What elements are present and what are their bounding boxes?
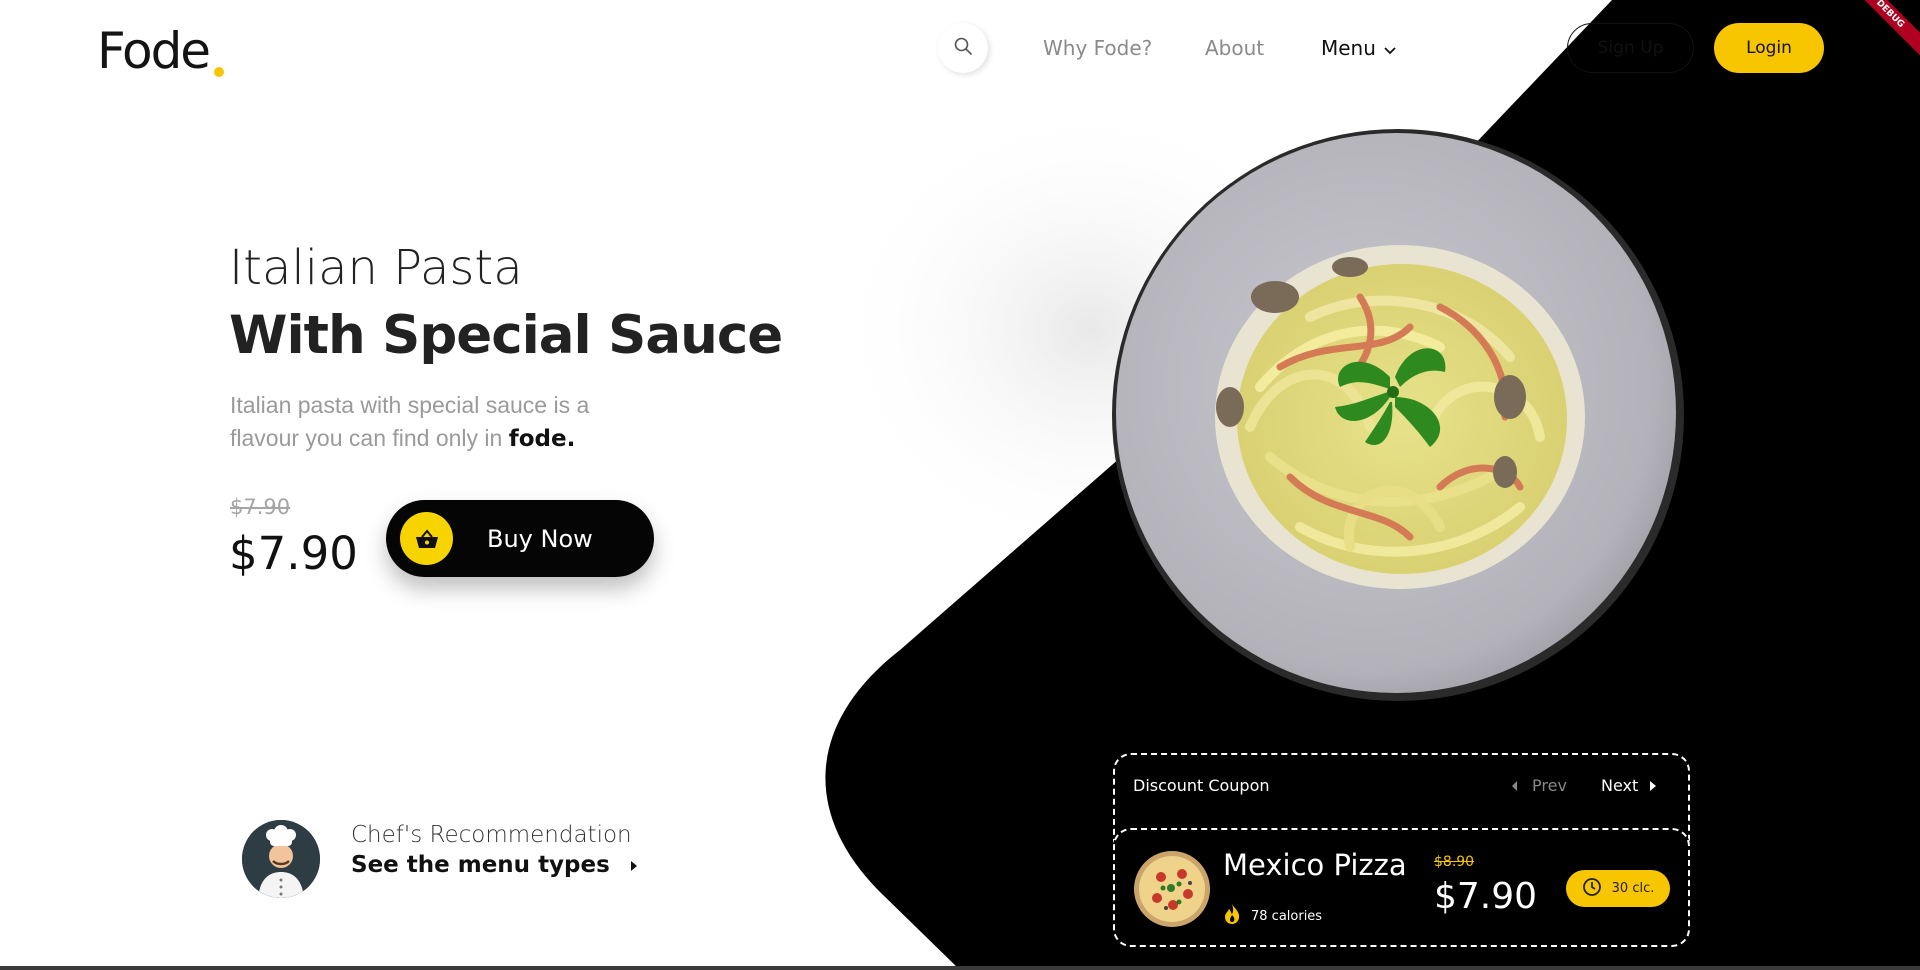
logo[interactable]: Fode (97, 22, 211, 80)
coupon-item-name: Mexico Pizza (1223, 848, 1407, 882)
coupon-next-button[interactable]: Next (1601, 776, 1657, 795)
coupon-next-label: Next (1601, 776, 1639, 795)
caret-right-icon (1650, 776, 1657, 795)
search-icon (953, 36, 973, 61)
login-button[interactable]: Login (1714, 23, 1824, 73)
coupon-item-time-badge: 30 clc. (1566, 870, 1670, 907)
coupon-item-old-price: $8.90 (1434, 854, 1475, 870)
pasta-plate-image (1110, 127, 1686, 703)
hero-title-line1: Italian Pasta (229, 240, 523, 296)
coupon-item-time-label: 30 clc. (1611, 881, 1655, 896)
pizza-image (1133, 850, 1211, 928)
bottom-border (0, 966, 1920, 970)
hero-description-brand: fode. (508, 426, 576, 452)
coupon-prev-label: Prev (1532, 776, 1567, 795)
search-button[interactable] (938, 23, 988, 73)
basket-icon (400, 512, 453, 565)
buy-now-label: Buy Now (487, 524, 593, 553)
coupon-prev-button[interactable]: Prev (1512, 776, 1567, 795)
see-menu-types-link[interactable]: See the menu types (351, 852, 638, 878)
see-menu-types-label: See the menu types (351, 852, 610, 878)
buy-now-button[interactable]: Buy Now (386, 500, 654, 577)
coupon-item-price: $7.90 (1434, 876, 1538, 917)
nav-menu[interactable]: Menu (1321, 36, 1396, 60)
coupon-item-calories: 78 calories (1223, 903, 1322, 929)
chef-recommendation-title: Chef's Recommendation (351, 822, 632, 848)
chevron-down-icon (1384, 36, 1396, 60)
hero-description: Italian pasta with special sauce is a fl… (230, 389, 650, 456)
coupon-title: Discount Coupon (1133, 776, 1270, 795)
nav-menu-label: Menu (1321, 36, 1376, 60)
flame-icon (1223, 903, 1241, 929)
chevron-right-icon (630, 852, 638, 878)
caret-left-icon (1512, 776, 1518, 795)
hero-title-line2: With Special Sauce (229, 305, 783, 366)
clock-icon (1582, 877, 1602, 901)
coupon-item-calories-label: 78 calories (1251, 908, 1323, 924)
logo-dot (214, 67, 224, 77)
chef-avatar (242, 820, 320, 898)
nav-why-fode[interactable]: Why Fode? (1043, 36, 1152, 60)
hero-price: $7.90 (229, 527, 358, 580)
nav-about[interactable]: About (1205, 36, 1264, 60)
signup-button[interactable]: Sign Up (1567, 23, 1694, 73)
hero-old-price: $7.90 (230, 495, 291, 519)
